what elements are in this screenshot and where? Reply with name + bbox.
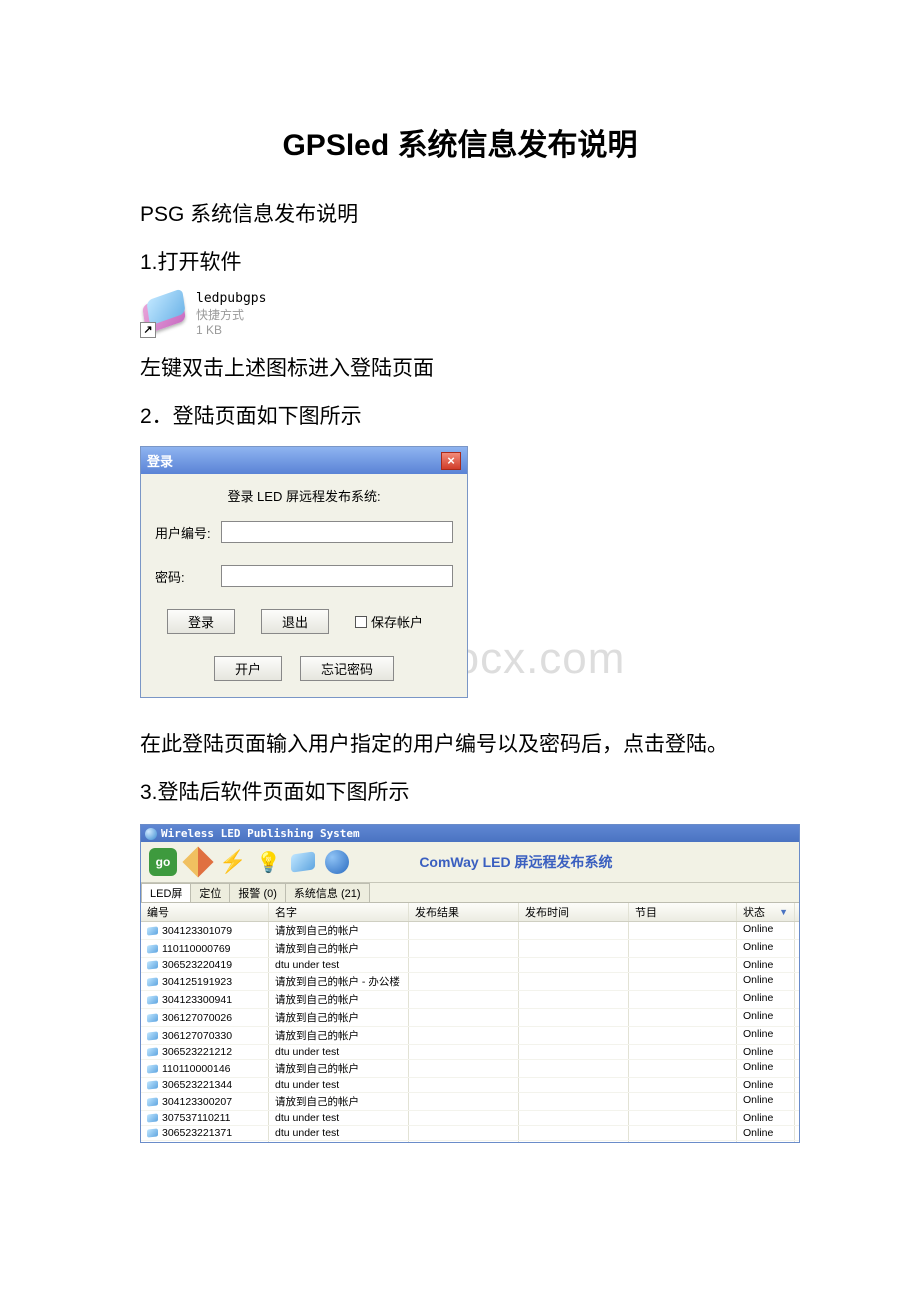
bulb-icon[interactable]: 💡 xyxy=(256,850,281,875)
tab-sysinfo[interactable]: 系统信息 (21) xyxy=(285,883,370,902)
document-title: GPSled 系统信息发布说明 xyxy=(140,120,780,164)
go-button[interactable]: go xyxy=(149,848,177,876)
login-heading: 登录 LED 屏远程发布系统: xyxy=(155,486,453,505)
table-row[interactable]: 306523221212dtu under testOnline xyxy=(141,1045,799,1060)
publishing-window: Wireless LED Publishing System go ⚡ 💡 Co… xyxy=(140,824,800,1143)
password-label: 密码: xyxy=(155,567,221,586)
checkbox-icon xyxy=(355,616,367,628)
step-3: 3.登陆后软件页面如下图所示 xyxy=(140,772,780,814)
tab-led[interactable]: LED屏 xyxy=(141,883,191,902)
device-icon xyxy=(147,995,158,1004)
device-icon xyxy=(147,944,158,953)
user-id-label: 用户编号: xyxy=(155,523,221,542)
exit-button[interactable]: 退出 xyxy=(261,609,329,634)
sort-arrow-icon: ▼ xyxy=(779,907,788,917)
table-row[interactable]: 306127070026请放到自己的帐户Online xyxy=(141,1009,799,1027)
user-id-input[interactable] xyxy=(221,521,453,543)
device-icon xyxy=(147,960,158,969)
password-input[interactable] xyxy=(221,565,453,587)
table-row[interactable]: 110110000769请放到自己的帐户Online xyxy=(141,940,799,958)
table-row[interactable]: 304123301079请放到自己的帐户Online xyxy=(141,922,799,940)
col-id[interactable]: 编号 xyxy=(141,903,269,921)
globe-button[interactable] xyxy=(325,850,349,874)
shortcut-label: ledpubgps 快捷方式 1 KB xyxy=(196,291,266,337)
step-2-desc: 在此登陆页面输入用户指定的用户编号以及密码后，点击登陆。 xyxy=(140,724,780,766)
publishing-titlebar: Wireless LED Publishing System xyxy=(141,825,799,842)
col-name[interactable]: 名字 xyxy=(269,903,409,921)
shortcut-icon-block: ↗ ledpubgps 快捷方式 1 KB xyxy=(140,290,780,338)
pencil-icon[interactable] xyxy=(182,846,213,877)
col-program[interactable]: 节目 xyxy=(629,903,737,921)
plug-icon[interactable]: ⚡ xyxy=(219,849,246,875)
tab-alarm[interactable]: 报警 (0) xyxy=(229,883,286,902)
table-row[interactable]: 306523221479dtu under testOnline xyxy=(141,1141,799,1142)
device-icon xyxy=(147,1128,158,1137)
login-dialog: 登录 × 登录 LED 屏远程发布系统: 用户编号: 密码: 登录 退出 保存帐… xyxy=(140,446,468,698)
table-row[interactable]: 306127070330请放到自己的帐户Online xyxy=(141,1027,799,1045)
login-titlebar: 登录 × xyxy=(141,447,467,474)
device-icon xyxy=(147,1031,158,1040)
login-button[interactable]: 登录 xyxy=(167,609,235,634)
ledpubgps-icon: ↗ xyxy=(140,290,188,338)
save-account-checkbox[interactable]: 保存帐户 xyxy=(355,612,423,631)
tabs: LED屏 定位 报警 (0) 系统信息 (21) xyxy=(141,883,799,903)
shortcut-type: 快捷方式 xyxy=(196,306,266,323)
register-button[interactable]: 开户 xyxy=(214,656,282,681)
system-header: ComWay LED 屏远程发布系统 xyxy=(419,852,612,872)
tab-location[interactable]: 定位 xyxy=(190,883,230,902)
device-table: 编号 名字 发布结果 发布时间 节目 状态▼ 304123301079请放到自己… xyxy=(141,903,799,1142)
device-icon xyxy=(147,1080,158,1089)
device-icon xyxy=(147,926,158,935)
table-row[interactable]: 304123300207请放到自己的帐户Online xyxy=(141,1093,799,1111)
forgot-password-button[interactable]: 忘记密码 xyxy=(300,656,394,681)
step-2: 2．登陆页面如下图所示 xyxy=(140,396,780,438)
intro-text: PSG 系统信息发布说明 xyxy=(140,194,780,236)
publishing-title-text: Wireless LED Publishing System xyxy=(161,827,360,840)
device-icon xyxy=(147,977,158,986)
shortcut-name: ledpubgps xyxy=(196,291,266,306)
col-status[interactable]: 状态▼ xyxy=(737,903,795,921)
step-1: 1.打开软件 xyxy=(140,242,780,284)
device-icon xyxy=(147,1064,158,1073)
col-result[interactable]: 发布结果 xyxy=(409,903,519,921)
device-icon xyxy=(147,1047,158,1056)
device-icon xyxy=(147,1013,158,1022)
shortcut-size: 1 KB xyxy=(196,323,266,337)
table-row[interactable]: 306523221344dtu under testOnline xyxy=(141,1078,799,1093)
table-row[interactable]: 304123300941请放到自己的帐户Online xyxy=(141,991,799,1009)
device-icon xyxy=(147,1113,158,1122)
table-row[interactable]: 306523220419dtu under testOnline xyxy=(141,958,799,973)
table-row[interactable]: 304125191923请放到自己的帐户 - 办公楼Online xyxy=(141,973,799,991)
shortcut-arrow-icon: ↗ xyxy=(140,322,156,338)
col-time[interactable]: 发布时间 xyxy=(519,903,629,921)
device-icon xyxy=(147,1097,158,1106)
table-row[interactable]: 110110000146请放到自己的帐户Online xyxy=(141,1060,799,1078)
close-button[interactable]: × xyxy=(441,452,461,470)
table-row[interactable]: 307537110211dtu under testOnline xyxy=(141,1111,799,1126)
login-title-text: 登录 xyxy=(147,451,173,470)
save-account-label: 保存帐户 xyxy=(371,612,423,631)
table-header: 编号 名字 发布结果 发布时间 节目 状态▼ xyxy=(141,903,799,922)
table-row[interactable]: 306523221371dtu under testOnline xyxy=(141,1126,799,1141)
globe-icon xyxy=(145,828,157,840)
disk-icon[interactable] xyxy=(291,851,315,872)
toolbar: go ⚡ 💡 ComWay LED 屏远程发布系统 xyxy=(141,842,799,883)
step-1-desc: 左键双击上述图标进入登陆页面 xyxy=(140,348,780,390)
